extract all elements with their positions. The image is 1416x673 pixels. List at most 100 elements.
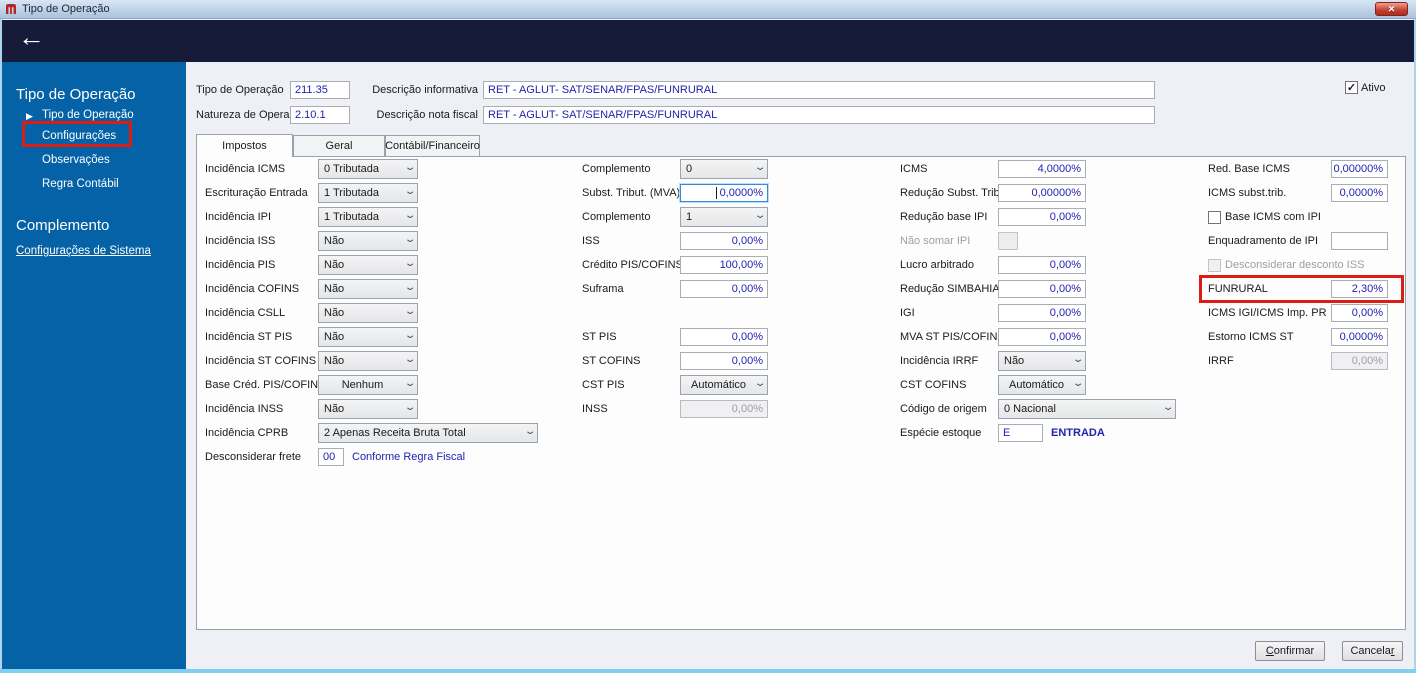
credito-pis-cofins-input[interactable]: 100,00% [680,256,768,274]
complemento-dropdown[interactable]: 1⌄ [680,207,768,227]
field-row-st-pis: ST PIS0,00% [582,327,768,347]
lucro-arbitrado-input[interactable]: 0,00% [998,256,1086,274]
funrural-label: FUNRURAL [1208,283,1331,295]
especie-estoque-link[interactable]: ENTRADA [1051,427,1105,439]
descricao-nota-fiscal-input[interactable]: RET - AGLUT- SAT/SENAR/FPAS/FUNRURAL [483,106,1155,124]
incidencia-st-pis-label: Incidência ST PIS [205,331,318,343]
suframa-input[interactable]: 0,00% [680,280,768,298]
incidencia-icms-dropdown[interactable]: 0 Tributada⌄ [318,159,418,179]
credito-pis-cofins-value: 100,00% [720,259,763,271]
especie-estoque-input[interactable]: E [998,424,1043,442]
reducao-simbahia-label: Redução SIMBAHIA [900,283,998,295]
incidencia-pis-label: Incidência PIS [205,259,318,271]
incidencia-cofins-dropdown[interactable]: Não ⌄ [318,279,418,299]
incidencia-cprb-label: Incidência CPRB [205,427,318,439]
sidebar-item-regra-contabil[interactable]: Regra Contábil [42,178,119,190]
iss-label: ISS [582,235,680,247]
back-arrow-icon[interactable]: ← [18,22,45,53]
incidencia-irrf-dropdown-value: Não [1004,355,1024,367]
st-pis-input[interactable]: 0,00% [680,328,768,346]
field-row-inss: INSS0,00% [582,399,768,419]
escrituracao-entrada-dropdown[interactable]: 1 Tributada⌄ [318,183,418,203]
incidencia-cofins-label: Incidência COFINS [205,283,318,295]
sidebar: Tipo de Operação ▶ Tipo de Operação Conf… [0,62,186,669]
complemento-dropdown[interactable]: 0⌄ [680,159,768,179]
sidebar-item-configuracoes[interactable]: Configurações [42,130,116,142]
confirmar-button[interactable]: Confirmar [1255,641,1325,661]
incidencia-cofins-dropdown-value: Não [324,283,344,295]
field-row-incidencia-cprb: Incidência CPRB2 Apenas Receita Bruta To… [205,423,538,443]
natureza-de-operacao-value: 2.10.1 [295,109,326,121]
incidencia-csll-dropdown[interactable]: Não⌄ [318,303,418,323]
funrural-input[interactable]: 2,30% [1331,280,1388,298]
icms-subst-trib-input[interactable]: 0,0000% [1331,184,1388,202]
natureza-de-operacao-input[interactable]: 2.10.1 [290,106,350,124]
tab-geral[interactable]: Geral [293,135,385,157]
st-cofins-input[interactable]: 0,00% [680,352,768,370]
sidebar-section-title-complemento: Complemento [16,217,109,234]
incidencia-pis-dropdown[interactable]: Não⌄ [318,255,418,275]
igi-input[interactable]: 0,00% [998,304,1086,322]
incidencia-st-cofins-dropdown[interactable]: Não⌄ [318,351,418,371]
base-icms-com-ipi-checkbox[interactable] [1208,211,1221,224]
descricao-informativa-input[interactable]: RET - AGLUT- SAT/SENAR/FPAS/FUNRURAL [483,81,1155,99]
incidencia-st-cofins-label: Incidência ST COFINS [205,355,318,367]
incidencia-cprb-dropdown[interactable]: 2 Apenas Receita Bruta Total⌄ [318,423,538,443]
desconsiderar-frete-input[interactable]: 00 [318,448,344,466]
estorno-icms-st-input[interactable]: 0,0000% [1331,328,1388,346]
cst-pis-dropdown[interactable]: Automático⌄ [680,375,768,395]
lucro-arbitrado-value: 0,00% [1050,259,1081,271]
field-row-credito-pis-cofins: Crédito PIS/COFINS100,00% [582,255,768,275]
tipo-de-operacao-input[interactable]: 211.35 [290,81,350,99]
igi-value: 0,00% [1050,307,1081,319]
chevron-down-icon: ⌄ [404,162,417,173]
icms-igi-icms-imp-pr-input[interactable]: 0,00% [1331,304,1388,322]
estorno-icms-st-value: 0,0000% [1340,331,1383,343]
iss-input[interactable]: 0,00% [680,232,768,250]
cst-cofins-dropdown[interactable]: Automático⌄ [998,375,1086,395]
reducao-subst-trib-input[interactable]: 0,00000% [998,184,1086,202]
subst-tribut-mva-label: Subst. Tribut. (MVA) [582,187,680,199]
tab-contabil-financeiro[interactable]: Contábil/Financeiro [385,135,480,157]
incidencia-inss-dropdown[interactable]: Não⌄ [318,399,418,419]
reducao-simbahia-input[interactable]: 0,00% [998,280,1086,298]
field-row-complemento: Complemento0⌄ [582,159,768,179]
descricao-nota-fiscal-value: RET - AGLUT- SAT/SENAR/FPAS/FUNRURAL [488,109,717,121]
sidebar-item-tipo-de-operacao[interactable]: Tipo de Operação [42,109,134,121]
chevron-down-icon: ⌄ [404,234,417,245]
incidencia-st-pis-dropdown[interactable]: Não⌄ [318,327,418,347]
ativo-checkbox[interactable]: ✓ [1345,81,1358,94]
field-row-incidencia-st-pis: Incidência ST PISNão⌄ [205,327,418,347]
field-row-incidencia-irrf: Incidência IRRFNão⌄ [900,351,1086,371]
inss-label: INSS [582,403,680,415]
desconsiderar-frete-link[interactable]: Conforme Regra Fiscal [352,451,465,463]
field-row-igi: IGI 0,00% [900,303,1086,323]
desconsiderar-desconto-iss-checkbox [1208,259,1221,272]
mva-st-pis-cofins-input[interactable]: 0,00% [998,328,1086,346]
sidebar-link-configuracoes-de-sistema[interactable]: Configurações de Sistema [16,245,151,257]
icms-input[interactable]: 4,0000% [998,160,1086,178]
base-icms-com-ipi-label: Base ICMS com IPI [1225,211,1321,223]
sidebar-item-observacoes[interactable]: Observações [42,154,110,166]
incidencia-irrf-dropdown[interactable]: Não⌄ [998,351,1086,371]
codigo-de-origem-dropdown[interactable]: 0 Nacional⌄ [998,399,1176,419]
igi-label: IGI [900,307,998,319]
estorno-icms-st-label: Estorno ICMS ST [1208,331,1331,343]
active-item-marker-icon: ▶ [26,111,33,122]
app-window: Tipo de Operação ✕ ← Tipo de Operação ▶ … [0,0,1416,673]
red-base-icms-input[interactable]: 0,00000% [1331,160,1388,178]
close-button[interactable]: ✕ [1375,2,1408,16]
incidencia-iss-dropdown[interactable]: Não⌄ [318,231,418,251]
escrituracao-entrada-label: Escrituração Entrada [205,187,318,199]
chevron-down-icon: ⌄ [404,282,417,293]
reducao-subst-trib-label: Redução Subst. Trib. [900,187,998,199]
subst-tribut-mva-input[interactable]: 0,0000% [680,184,768,202]
tab-impostos[interactable]: Impostos [196,134,293,157]
icms-value: 4,0000% [1038,163,1081,175]
reducao-base-ipi-input[interactable]: 0,00% [998,208,1086,226]
enquadramento-de-ipi-input[interactable] [1331,232,1388,250]
field-row-complemento: Complemento1⌄ [582,207,768,227]
incidencia-ipi-dropdown[interactable]: 1 Tributada⌄ [318,207,418,227]
cancelar-button[interactable]: Cancelar [1342,641,1403,661]
base-cred-pis-cofins-dropdown[interactable]: Nenhum⌄ [318,375,418,395]
